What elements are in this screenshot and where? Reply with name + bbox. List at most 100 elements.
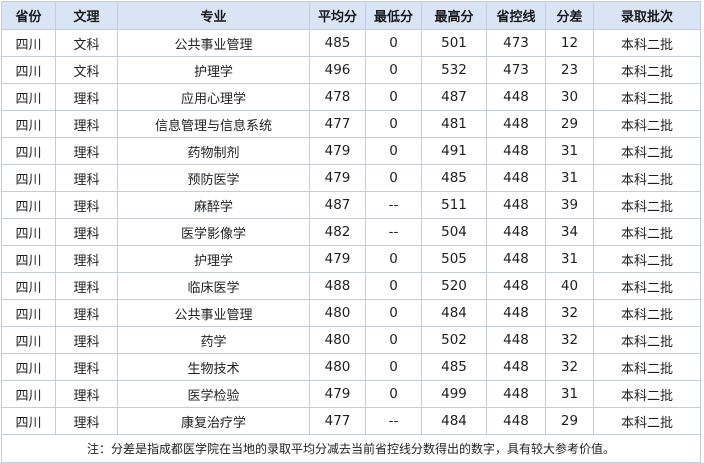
cell-average-score: 480	[309, 326, 366, 354]
cell-subject-track: 理科	[55, 110, 118, 138]
cell-subject-track: 理科	[55, 353, 118, 381]
cell-control-line: 448	[486, 218, 546, 246]
cell-major: 麻醉学	[117, 191, 310, 219]
cell-min-score: 0	[365, 299, 422, 327]
cell-control-line: 448	[486, 191, 546, 219]
cell-major: 医学影像学	[117, 218, 310, 246]
cell-min-score: 0	[365, 326, 422, 354]
cell-average-score: 478	[309, 83, 366, 111]
cell-admission-batch: 本科二批	[593, 326, 701, 354]
cell-major: 信息管理与信息系统	[117, 110, 310, 138]
cell-min-score: 0	[365, 29, 422, 57]
cell-average-score: 496	[309, 56, 366, 84]
cell-max-score: 502	[421, 326, 487, 354]
table-body: 四川 文科 公共事业管理 485 0 501 473 12 本科二批 四川 文科 护理学 496 0 532…	[1, 29, 701, 435]
cell-control-line: 448	[486, 407, 546, 435]
cell-score-gap: 31	[545, 164, 594, 192]
cell-province: 四川	[1, 83, 56, 111]
cell-subject-track: 理科	[55, 164, 118, 192]
cell-max-score: 485	[421, 164, 487, 192]
cell-min-score: --	[365, 218, 422, 246]
cell-score-gap: 32	[545, 353, 594, 381]
cell-admission-batch: 本科二批	[593, 353, 701, 381]
cell-max-score: 532	[421, 56, 487, 84]
cell-average-score: 480	[309, 299, 366, 327]
table-row: 四川 理科 预防医学 479 0 485 448 31 本科二批	[1, 164, 701, 192]
cell-admission-batch: 本科二批	[593, 407, 701, 435]
cell-major: 公共事业管理	[117, 29, 310, 57]
cell-province: 四川	[1, 218, 56, 246]
table-row: 四川 理科 临床医学 488 0 520 448 40 本科二批	[1, 272, 701, 300]
cell-max-score: 501	[421, 29, 487, 57]
cell-control-line: 448	[486, 83, 546, 111]
cell-admission-batch: 本科二批	[593, 299, 701, 327]
cell-province: 四川	[1, 353, 56, 381]
cell-province: 四川	[1, 326, 56, 354]
table-row: 四川 理科 应用心理学 478 0 487 448 30 本科二批	[1, 83, 701, 111]
cell-min-score: 0	[365, 56, 422, 84]
cell-province: 四川	[1, 110, 56, 138]
cell-subject-track: 理科	[55, 218, 118, 246]
cell-average-score: 480	[309, 353, 366, 381]
footnote: 注：分差是指成都医学院在当地的录取平均分减去当前省控线分数得出的数字，具有较大参…	[1, 434, 701, 463]
table-row: 四川 理科 信息管理与信息系统 477 0 481 448 29 本科二批	[1, 110, 701, 138]
cell-score-gap: 30	[545, 83, 594, 111]
cell-admission-batch: 本科二批	[593, 137, 701, 165]
cell-average-score: 479	[309, 245, 366, 273]
column-header-control-line: 省控线	[486, 1, 546, 30]
header-row: 省份 文理 专业 平均分 最低分 最高分 省控线 分差 录取批次	[1, 1, 701, 30]
cell-average-score: 479	[309, 137, 366, 165]
column-header-average-score: 平均分	[309, 1, 366, 30]
cell-max-score: 484	[421, 407, 487, 435]
cell-major: 医学检验	[117, 380, 310, 408]
table-header: 省份 文理 专业 平均分 最低分 最高分 省控线 分差 录取批次	[1, 1, 701, 30]
cell-score-gap: 31	[545, 245, 594, 273]
cell-major: 药学	[117, 326, 310, 354]
cell-subject-track: 理科	[55, 407, 118, 435]
column-header-max-score: 最高分	[421, 1, 487, 30]
cell-min-score: 0	[365, 110, 422, 138]
table-row: 四川 理科 康复治疗学 477 -- 484 448 29 本科二批	[1, 407, 701, 435]
cell-province: 四川	[1, 380, 56, 408]
column-header-major: 专业	[117, 1, 310, 30]
cell-score-gap: 29	[545, 407, 594, 435]
cell-major: 公共事业管理	[117, 299, 310, 327]
footnote-row: 注：分差是指成都医学院在当地的录取平均分减去当前省控线分数得出的数字，具有较大参…	[1, 434, 701, 463]
cell-province: 四川	[1, 272, 56, 300]
cell-control-line: 473	[486, 29, 546, 57]
cell-score-gap: 40	[545, 272, 594, 300]
admission-score-table: 省份 文理 专业 平均分 最低分 最高分 省控线 分差 录取批次 四川 文科 公共事业管理 485 0 5…	[1, 1, 701, 463]
cell-subject-track: 理科	[55, 299, 118, 327]
cell-major: 生物技术	[117, 353, 310, 381]
cell-average-score: 477	[309, 407, 366, 435]
cell-admission-batch: 本科二批	[593, 110, 701, 138]
cell-major: 应用心理学	[117, 83, 310, 111]
column-header-province: 省份	[1, 1, 56, 30]
cell-score-gap: 34	[545, 218, 594, 246]
cell-admission-batch: 本科二批	[593, 56, 701, 84]
cell-min-score: --	[365, 407, 422, 435]
cell-average-score: 487	[309, 191, 366, 219]
cell-subject-track: 理科	[55, 83, 118, 111]
cell-control-line: 473	[486, 56, 546, 84]
cell-control-line: 448	[486, 326, 546, 354]
cell-subject-track: 理科	[55, 191, 118, 219]
table-row: 四川 理科 生物技术 480 0 485 448 32 本科二批	[1, 353, 701, 381]
table-row: 四川 理科 药学 480 0 502 448 32 本科二批	[1, 326, 701, 354]
cell-score-gap: 32	[545, 299, 594, 327]
cell-admission-batch: 本科二批	[593, 380, 701, 408]
cell-major: 临床医学	[117, 272, 310, 300]
cell-admission-batch: 本科二批	[593, 29, 701, 57]
table-row: 四川 文科 公共事业管理 485 0 501 473 12 本科二批	[1, 29, 701, 57]
cell-subject-track: 理科	[55, 137, 118, 165]
cell-max-score: 487	[421, 83, 487, 111]
cell-subject-track: 理科	[55, 326, 118, 354]
cell-control-line: 448	[486, 272, 546, 300]
cell-major: 药物制剂	[117, 137, 310, 165]
cell-max-score: 499	[421, 380, 487, 408]
table-footer: 注：分差是指成都医学院在当地的录取平均分减去当前省控线分数得出的数字，具有较大参…	[1, 434, 701, 463]
cell-subject-track: 理科	[55, 245, 118, 273]
cell-max-score: 504	[421, 218, 487, 246]
cell-admission-batch: 本科二批	[593, 272, 701, 300]
cell-min-score: --	[365, 191, 422, 219]
